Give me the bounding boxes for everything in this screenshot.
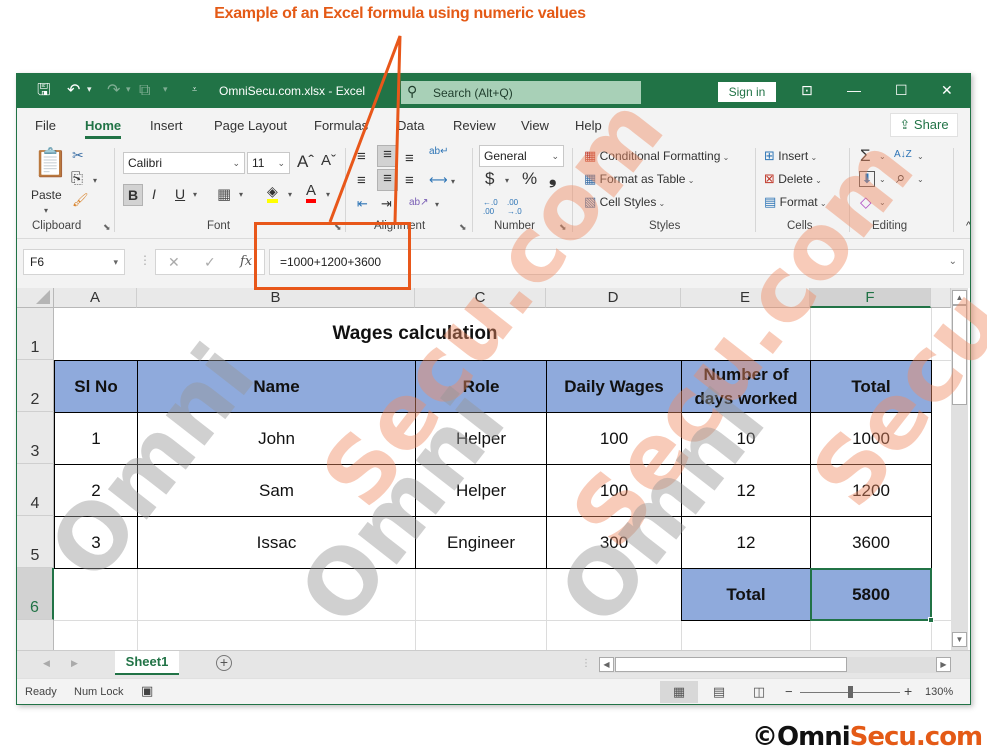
formula-callout-box bbox=[254, 222, 411, 290]
annotation-arrow bbox=[328, 35, 402, 223]
copyright-symbol: © bbox=[752, 722, 778, 752]
copyright-brand: ©OmniSecu.com bbox=[752, 722, 984, 752]
annotation-pointer-line bbox=[328, 35, 402, 223]
copyright-brand-part2: Secu.com bbox=[849, 722, 984, 752]
copyright-brand-part1: Omni bbox=[777, 722, 851, 752]
